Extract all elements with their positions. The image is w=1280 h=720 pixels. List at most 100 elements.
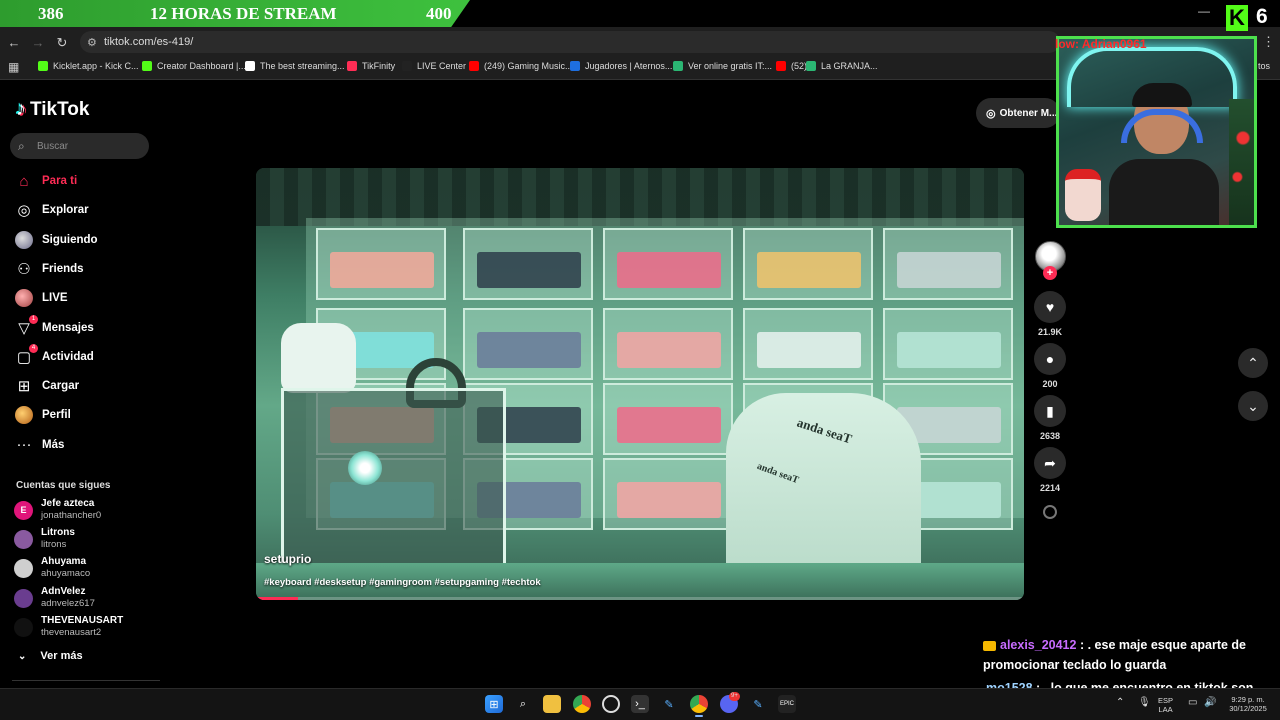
shelf-cubby	[883, 308, 1013, 380]
followed-account[interactable]: AdnVelez adnvelez617	[14, 586, 154, 612]
sidebar-divider	[12, 680, 160, 681]
next-video-button[interactable]: ⌄	[1238, 391, 1268, 421]
chrome-active-icon[interactable]	[690, 695, 708, 713]
followed-account[interactable]: THEVENAUSART thevenausart2	[14, 615, 154, 641]
browser-menu-icon[interactable]: ⋮	[1262, 34, 1275, 50]
avatar: E	[14, 501, 33, 520]
music-disc-icon[interactable]	[1043, 505, 1057, 519]
bookmark-item[interactable]: TikFinity	[347, 61, 395, 71]
address-bar[interactable]	[80, 31, 1060, 53]
like-button[interactable]: ♥	[1034, 291, 1066, 323]
video-hashtags[interactable]: #keyboard #desksetup #gamingroom #setupg…	[264, 577, 541, 588]
sidebar-item-label: LIVE	[42, 292, 68, 305]
file-explorer-icon[interactable]	[543, 695, 561, 713]
discord-badge: 9+	[729, 692, 740, 701]
clock-time: 9:29 p. m.	[1231, 695, 1265, 704]
pc-case	[281, 388, 506, 568]
shelf-cubby	[743, 308, 873, 380]
apps-grid-icon[interactable]: ▦	[8, 60, 19, 74]
shelf-cubby	[316, 228, 446, 300]
bookmarks-overflow[interactable]: tos	[1258, 61, 1270, 71]
shelf-cubby	[603, 228, 733, 300]
bookmark-label: The best streaming...	[260, 61, 345, 71]
obs-icon[interactable]	[602, 695, 620, 713]
home-icon: ⌂	[19, 172, 29, 190]
see-more-button[interactable]: ⌄ Ver más	[18, 650, 83, 662]
get-app-label: Obtener M...	[999, 107, 1058, 119]
bookmark-item[interactable]: The best streaming...	[245, 61, 345, 71]
epic-games-icon[interactable]: EPIC	[778, 695, 796, 713]
back-arrow-icon[interactable]: ←	[6, 35, 22, 51]
terminal-icon[interactable]: ›_	[631, 695, 649, 713]
sidebar-item-siguiendo[interactable]: Siguiendo	[15, 229, 155, 251]
video-progress-bar[interactable]	[256, 597, 1024, 600]
stream-banner: 386 12 HORAS DE STREAM 400	[0, 0, 470, 27]
window-minimize-button[interactable]: —	[1198, 4, 1210, 18]
sidebar-item-perfil[interactable]: Perfil	[15, 404, 155, 426]
tiktok-logo[interactable]: ♪ TikTok	[16, 98, 89, 121]
bookmark-item[interactable]: La GRANJA...	[806, 61, 878, 71]
language-indicator[interactable]: ESP LAA	[1158, 696, 1173, 714]
share-arrow-icon: ➦	[1044, 454, 1056, 471]
keyboard	[617, 482, 721, 518]
windows-start-icon[interactable]: ⊞	[485, 695, 503, 713]
share-button[interactable]: ➦	[1034, 447, 1066, 479]
reload-icon[interactable]: ↻	[54, 35, 70, 51]
sidebar-item-para-ti[interactable]: ⌂ Para ti	[15, 170, 155, 192]
site-info-icon[interactable]: ⚙	[87, 36, 97, 49]
account-handle: jonathancher0	[41, 510, 102, 521]
bookmark-favicon-icon	[38, 61, 48, 71]
video-player[interactable]: anda seaT anda seaT setuprio #keyboard #…	[256, 168, 1024, 600]
search-box[interactable]: ⌕	[10, 133, 149, 159]
shelf-cubby	[463, 228, 593, 300]
search-input[interactable]	[37, 137, 142, 155]
followed-account[interactable]: Ahuyama ahuyamaco	[14, 556, 154, 582]
save-button[interactable]: ▮	[1034, 395, 1066, 427]
bookmark-item[interactable]: (249) Gaming Music...	[469, 61, 573, 71]
get-app-button[interactable]: ◎ Obtener M...	[976, 98, 1060, 128]
microphone-icon[interactable]: 🎙	[1138, 697, 1151, 708]
banner-title: 12 HORAS DE STREAM	[150, 4, 337, 23]
network-icon[interactable]: ▭	[1188, 697, 1197, 708]
clock-date: 30/12/2025	[1229, 704, 1267, 713]
bookmark-item[interactable]: Jugadores | Aternos...	[570, 61, 672, 71]
volume-icon[interactable]: 🔊	[1204, 697, 1216, 708]
sidebar-item-label: Cargar	[42, 380, 80, 393]
bookmark-item[interactable]: Creator Dashboard |...	[142, 61, 246, 71]
url-text[interactable]: tiktok.com/es-419/	[104, 36, 193, 48]
bookmark-item[interactable]: Ver online gratis IT:...	[673, 61, 772, 71]
sidebar-item-explorar[interactable]: ◎ Explorar	[15, 199, 155, 221]
pen-app-icon[interactable]: ✎	[660, 695, 678, 713]
get-app-icon: ◎	[986, 107, 996, 120]
taskbar-search-icon[interactable]: ⌕	[514, 695, 532, 713]
banner-right-number: 400	[426, 4, 452, 23]
live-avatar-icon	[15, 289, 33, 308]
tray-chevron-up-icon[interactable]: ⌃	[1116, 697, 1124, 708]
sidebar-item-actividad[interactable]: ▢ 4 Actividad	[15, 343, 155, 368]
bookmark-favicon-icon	[673, 61, 683, 71]
shelf-cubby	[463, 308, 593, 380]
sidebar-item-cargar[interactable]: ⊞ Cargar	[15, 375, 155, 397]
pen-app-2-icon[interactable]: ✎	[749, 695, 767, 713]
forward-arrow-icon[interactable]: →	[30, 35, 46, 51]
keyboard	[617, 407, 721, 443]
video-author[interactable]: setuprio	[264, 552, 311, 566]
bookmark-item[interactable]: LIVE Center	[402, 61, 466, 71]
previous-video-button[interactable]: ⌃	[1238, 348, 1268, 378]
chrome-icon[interactable]	[573, 695, 591, 713]
keyboard	[757, 252, 861, 288]
comment-count: 200	[1042, 379, 1058, 389]
sidebar-item-mensajes[interactable]: ▽ 1 Mensajes	[15, 314, 155, 339]
sidebar-item-friends[interactable]: ⚇ Friends	[15, 258, 155, 280]
followed-account[interactable]: E Jefe azteca jonathancher0	[14, 498, 154, 524]
clock[interactable]: 9:29 p. m. 30/12/2025	[1222, 695, 1274, 713]
sidebar-item-más[interactable]: ··· Más	[15, 434, 155, 456]
follow-plus-icon[interactable]: +	[1043, 266, 1057, 280]
sidebar-item-live[interactable]: LIVE	[15, 287, 155, 309]
bookmark-item[interactable]: (52)	[776, 61, 807, 71]
followed-account[interactable]: Litrons litrons	[14, 527, 154, 553]
bookmark-label: Jugadores | Aternos...	[585, 61, 673, 71]
bookmark-item[interactable]: Kicklet.app - Kick C...	[38, 61, 139, 71]
share-count: 2214	[1039, 483, 1061, 493]
comment-button[interactable]: ●	[1034, 343, 1066, 375]
